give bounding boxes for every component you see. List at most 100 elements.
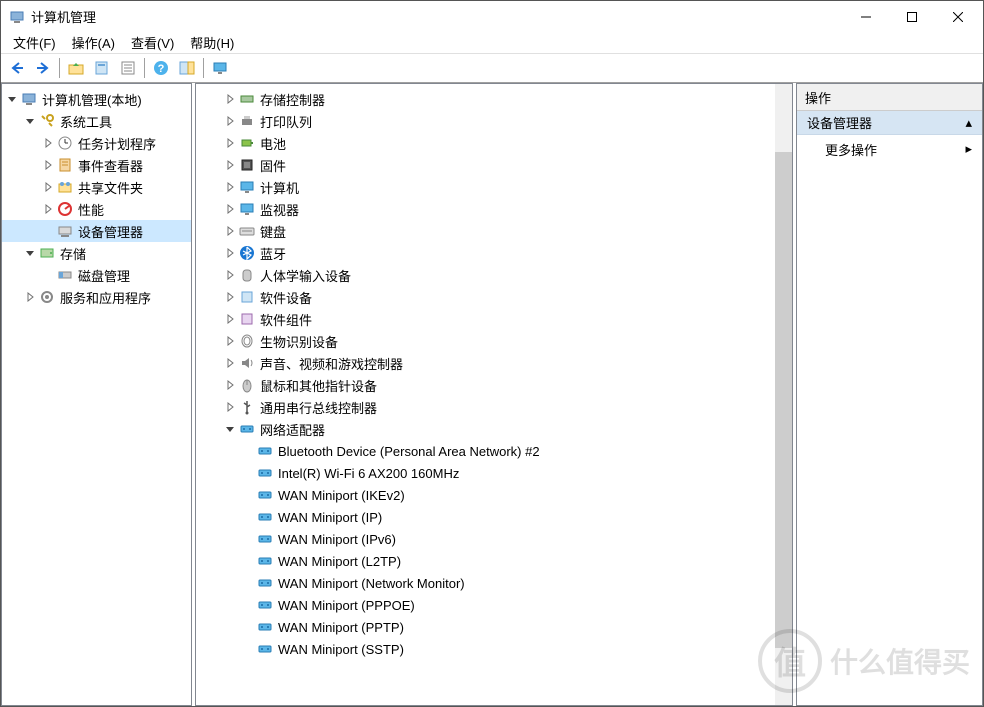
tree-node[interactable]: 磁盘管理: [2, 264, 191, 286]
printer-icon: [238, 112, 256, 130]
tree-node[interactable]: 通用串行总线控制器: [220, 396, 792, 418]
menu-2[interactable]: 查看(V): [123, 32, 182, 53]
menu-1[interactable]: 操作(A): [64, 32, 123, 53]
battery-icon: [238, 134, 256, 152]
toolbar-back-button[interactable]: [5, 56, 29, 80]
network-icon: [256, 574, 274, 592]
toolbar-forward-button[interactable]: [31, 56, 55, 80]
expander-closed-icon[interactable]: [22, 289, 38, 305]
expander-closed-icon[interactable]: [40, 201, 56, 217]
tree-node[interactable]: 共享文件夹: [2, 176, 191, 198]
task-icon: [56, 134, 74, 152]
expander-open-icon[interactable]: [222, 421, 238, 437]
expander-closed-icon[interactable]: [222, 201, 238, 217]
toolbar: ?: [1, 53, 983, 83]
close-button[interactable]: [935, 2, 981, 32]
tree-node[interactable]: Bluetooth Device (Personal Area Network)…: [220, 440, 792, 462]
toolbar-monitor-button[interactable]: [208, 56, 232, 80]
toolbar-separator: [203, 58, 204, 78]
tree-node[interactable]: 声音、视频和游戏控制器: [220, 352, 792, 374]
tree-node[interactable]: WAN Miniport (L2TP): [220, 550, 792, 572]
tree-node[interactable]: WAN Miniport (SSTP): [220, 638, 792, 660]
arrow-right-icon: [35, 61, 51, 75]
menu-3[interactable]: 帮助(H): [182, 32, 242, 53]
actions-more[interactable]: 更多操作 ▸: [797, 135, 982, 163]
toolbar-separator: [144, 58, 145, 78]
tree-node[interactable]: 软件设备: [220, 286, 792, 308]
left-pane[interactable]: 计算机管理(本地) 系统工具任务计划程序事件查看器共享文件夹性能设备管理器存储磁盘…: [1, 83, 192, 706]
toolbar-help-button[interactable]: ?: [149, 56, 173, 80]
tree-node[interactable]: WAN Miniport (PPPOE): [220, 594, 792, 616]
expander-closed-icon[interactable]: [222, 245, 238, 261]
tree-node[interactable]: 服务和应用程序: [2, 286, 191, 308]
expander-closed-icon[interactable]: [222, 333, 238, 349]
expander-closed-icon[interactable]: [222, 113, 238, 129]
tree-node-label: WAN Miniport (IKEv2): [278, 488, 405, 503]
expander-closed-icon[interactable]: [222, 135, 238, 151]
event-icon: [56, 156, 74, 174]
scrollbar-thumb[interactable]: [775, 152, 792, 648]
tree-node[interactable]: 存储: [2, 242, 191, 264]
services-icon: [38, 288, 56, 306]
tree-node[interactable]: 蓝牙: [220, 242, 792, 264]
tree-node[interactable]: WAN Miniport (IP): [220, 506, 792, 528]
tree-node[interactable]: WAN Miniport (PPTP): [220, 616, 792, 638]
tree-node-label: 共享文件夹: [78, 178, 143, 197]
expander-closed-icon[interactable]: [222, 399, 238, 415]
tree-node[interactable]: 任务计划程序: [2, 132, 191, 154]
expander-open-icon[interactable]: [22, 245, 38, 261]
maximize-button[interactable]: [889, 2, 935, 32]
tree-node[interactable]: 系统工具: [2, 110, 191, 132]
expander-closed-icon[interactable]: [40, 135, 56, 151]
scrollbar-track[interactable]: [775, 84, 792, 705]
tree-node[interactable]: 生物识别设备: [220, 330, 792, 352]
tree-node[interactable]: 打印队列: [220, 110, 792, 132]
tree-node[interactable]: 电池: [220, 132, 792, 154]
tree-node[interactable]: Intel(R) Wi-Fi 6 AX200 160MHz: [220, 462, 792, 484]
center-pane[interactable]: 存储控制器打印队列电池固件计算机监视器键盘蓝牙人体学输入设备软件设备软件组件生物…: [195, 83, 793, 706]
tree-node[interactable]: 网络适配器: [220, 418, 792, 440]
expander-closed-icon[interactable]: [222, 157, 238, 173]
network-icon: [256, 530, 274, 548]
menu-0[interactable]: 文件(F): [5, 32, 64, 53]
expander-closed-icon[interactable]: [222, 311, 238, 327]
tree-node[interactable]: WAN Miniport (IKEv2): [220, 484, 792, 506]
toolbar-list-button[interactable]: [116, 56, 140, 80]
tree-node[interactable]: 设备管理器: [2, 220, 191, 242]
expander-closed-icon[interactable]: [222, 179, 238, 195]
tree-node[interactable]: 键盘: [220, 220, 792, 242]
tree-node[interactable]: 鼠标和其他指针设备: [220, 374, 792, 396]
expander-closed-icon[interactable]: [40, 157, 56, 173]
tree-node-label: 监视器: [260, 200, 299, 219]
tree-node[interactable]: 软件组件: [220, 308, 792, 330]
tree-node[interactable]: WAN Miniport (Network Monitor): [220, 572, 792, 594]
monitor-icon: [238, 200, 256, 218]
expander-closed-icon[interactable]: [222, 377, 238, 393]
tree-node[interactable]: 存储控制器: [220, 88, 792, 110]
expander-closed-icon[interactable]: [40, 179, 56, 195]
tree-node[interactable]: WAN Miniport (IPv6): [220, 528, 792, 550]
tree-node[interactable]: 人体学输入设备: [220, 264, 792, 286]
expander-closed-icon[interactable]: [222, 289, 238, 305]
toolbar-properties-button[interactable]: [90, 56, 114, 80]
expander-open-icon[interactable]: [4, 91, 20, 107]
expander-closed-icon[interactable]: [222, 267, 238, 283]
tree-node-label: WAN Miniport (IP): [278, 510, 382, 525]
tree-node[interactable]: 性能: [2, 198, 191, 220]
expander-closed-icon[interactable]: [222, 223, 238, 239]
expander-closed-icon[interactable]: [222, 91, 238, 107]
tree-node[interactable]: 计算机: [220, 176, 792, 198]
collapse-icon: ▴: [965, 115, 972, 131]
tree-node-label: Intel(R) Wi-Fi 6 AX200 160MHz: [278, 466, 459, 481]
toolbar-view-button[interactable]: [175, 56, 199, 80]
toolbar-up-button[interactable]: [64, 56, 88, 80]
actions-section[interactable]: 设备管理器 ▴: [797, 111, 982, 135]
tree-node[interactable]: 计算机管理(本地): [2, 88, 191, 110]
tree-node[interactable]: 固件: [220, 154, 792, 176]
tree-node-label: 系统工具: [60, 112, 112, 131]
expander-closed-icon[interactable]: [222, 355, 238, 371]
expander-open-icon[interactable]: [22, 113, 38, 129]
tree-node[interactable]: 事件查看器: [2, 154, 191, 176]
minimize-button[interactable]: [843, 2, 889, 32]
tree-node[interactable]: 监视器: [220, 198, 792, 220]
